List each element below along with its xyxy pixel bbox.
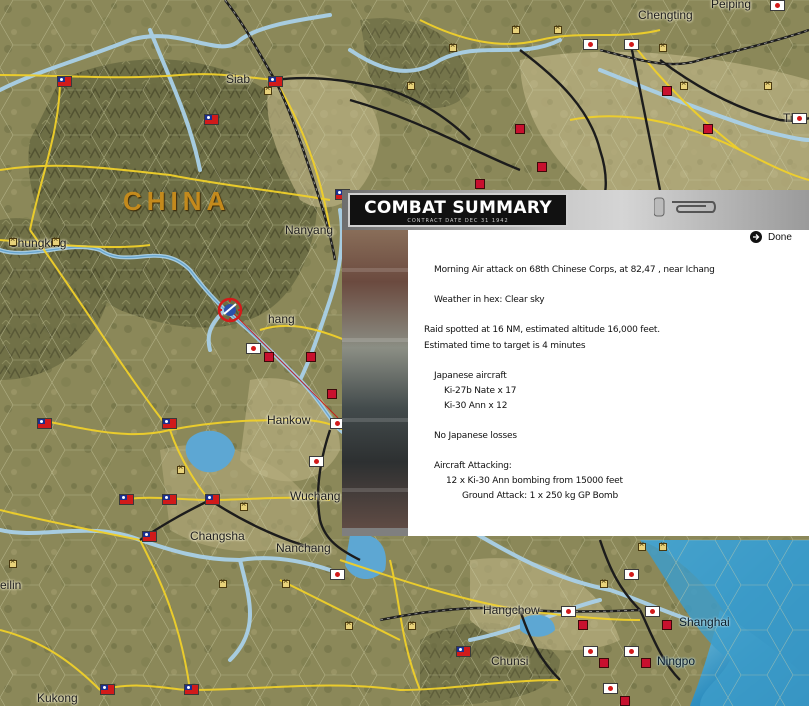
war-photo-strip bbox=[342, 228, 408, 528]
airfield-marker[interactable] bbox=[264, 83, 272, 95]
japanese-unit-marker[interactable] bbox=[306, 352, 316, 362]
city-label-nanyang[interactable]: Nanyang bbox=[285, 223, 333, 237]
chinese-unit-flag[interactable] bbox=[204, 114, 219, 125]
japanese-unit-marker[interactable] bbox=[327, 389, 337, 399]
airfield-marker[interactable] bbox=[449, 40, 457, 52]
city-label-kweilin[interactable]: eilin bbox=[0, 578, 21, 592]
airfield-marker[interactable] bbox=[345, 618, 353, 630]
chinese-unit-flag[interactable] bbox=[205, 494, 220, 505]
chinese-unit-flag[interactable] bbox=[142, 531, 157, 542]
report-line: Ki-27b Nate x 17 bbox=[444, 386, 517, 396]
combat-summary-title: COMBAT SUMMARY bbox=[364, 198, 552, 218]
airfield-marker[interactable] bbox=[52, 234, 60, 246]
japanese-unit-marker[interactable] bbox=[662, 620, 672, 630]
combat-summary-header: COMBAT SUMMARY CONTRACT DATE DEC 31 1942 bbox=[342, 190, 809, 230]
done-button[interactable]: Done bbox=[750, 229, 792, 245]
chinese-unit-flag[interactable] bbox=[57, 76, 72, 87]
combat-summary-panel: COMBAT SUMMARY CONTRACT DATE DEC 31 1942… bbox=[342, 190, 809, 536]
airfield-marker[interactable] bbox=[9, 556, 17, 568]
japanese-unit-flag[interactable] bbox=[330, 569, 345, 580]
airfield-marker[interactable] bbox=[240, 499, 248, 511]
city-label-kukong[interactable]: Kukong bbox=[37, 691, 78, 705]
report-line: No Japanese losses bbox=[434, 431, 517, 441]
japanese-unit-flag[interactable] bbox=[583, 39, 598, 50]
airfield-marker[interactable] bbox=[638, 539, 646, 551]
city-label-hangchow[interactable]: Hangchow bbox=[483, 603, 540, 617]
airfield-marker[interactable] bbox=[408, 618, 416, 630]
air-attack-target-icon[interactable] bbox=[216, 296, 244, 324]
chinese-unit-flag[interactable] bbox=[456, 646, 471, 657]
arrow-right-icon bbox=[750, 231, 762, 243]
city-label-wuchang[interactable]: Wuchang bbox=[290, 489, 340, 503]
japanese-unit-flag[interactable] bbox=[603, 683, 618, 694]
japanese-unit-marker[interactable] bbox=[620, 696, 630, 706]
report-line: Japanese aircraft bbox=[434, 371, 507, 381]
japanese-unit-flag[interactable] bbox=[624, 569, 639, 580]
done-label: Done bbox=[768, 231, 792, 243]
japanese-unit-marker[interactable] bbox=[264, 352, 274, 362]
japanese-unit-marker[interactable] bbox=[537, 162, 547, 172]
report-line: Weather in hex: Clear sky bbox=[434, 295, 545, 305]
airfield-marker[interactable] bbox=[282, 576, 290, 588]
airfield-marker[interactable] bbox=[764, 78, 772, 90]
japanese-unit-marker[interactable] bbox=[703, 124, 713, 134]
chinese-unit-flag[interactable] bbox=[37, 418, 52, 429]
japanese-unit-marker[interactable] bbox=[578, 620, 588, 630]
japanese-unit-flag[interactable] bbox=[624, 39, 639, 50]
chinese-unit-flag[interactable] bbox=[100, 684, 115, 695]
airfield-marker[interactable] bbox=[512, 22, 520, 34]
report-line: 12 x Ki-30 Ann bombing from 15000 feet bbox=[446, 476, 623, 486]
airfield-marker[interactable] bbox=[9, 234, 17, 246]
paper-clip-icon bbox=[654, 197, 716, 217]
airfield-marker[interactable] bbox=[177, 462, 185, 474]
airfield-marker[interactable] bbox=[600, 576, 608, 588]
airfield-marker[interactable] bbox=[407, 78, 415, 90]
city-label-shanghai[interactable]: Shanghai bbox=[679, 615, 730, 629]
chinese-unit-flag[interactable] bbox=[119, 494, 134, 505]
japanese-unit-marker[interactable] bbox=[515, 124, 525, 134]
japanese-unit-flag[interactable] bbox=[583, 646, 598, 657]
japanese-unit-flag[interactable] bbox=[624, 646, 639, 657]
city-label-chunsi[interactable]: Chunsi bbox=[491, 654, 528, 668]
japanese-unit-flag[interactable] bbox=[770, 0, 785, 11]
chinese-unit-flag[interactable] bbox=[184, 684, 199, 695]
airfield-marker[interactable] bbox=[554, 22, 562, 34]
airfield-marker[interactable] bbox=[219, 576, 227, 588]
city-label-chengting[interactable]: Chengting bbox=[638, 8, 693, 22]
airfield-marker[interactable] bbox=[659, 539, 667, 551]
japanese-unit-marker[interactable] bbox=[662, 86, 672, 96]
report-line: Ki-30 Ann x 12 bbox=[444, 401, 508, 411]
japanese-unit-marker[interactable] bbox=[475, 179, 485, 189]
japanese-unit-flag[interactable] bbox=[792, 113, 807, 124]
report-line: Aircraft Attacking: bbox=[434, 461, 512, 471]
report-line: Raid spotted at 16 NM, estimated altitud… bbox=[424, 325, 660, 335]
city-label-ningpo[interactable]: Ningpo bbox=[657, 654, 695, 668]
city-label-peiping[interactable]: Peiping bbox=[711, 0, 751, 11]
combat-summary-date: CONTRACT DATE DEC 31 1942 bbox=[407, 218, 509, 224]
region-label-china: CHINA bbox=[123, 186, 231, 216]
city-label-hankow[interactable]: Hankow bbox=[267, 413, 310, 427]
chinese-unit-flag[interactable] bbox=[162, 494, 177, 505]
city-label-changsha[interactable]: Changsha bbox=[190, 529, 245, 543]
japanese-unit-marker[interactable] bbox=[641, 658, 651, 668]
airfield-marker[interactable] bbox=[659, 40, 667, 52]
city-label-nanchang[interactable]: Nanchang bbox=[276, 541, 331, 555]
japanese-unit-flag[interactable] bbox=[561, 606, 576, 617]
japanese-unit-flag[interactable] bbox=[309, 456, 324, 467]
city-label-siab[interactable]: Siab bbox=[226, 72, 250, 86]
airfield-marker[interactable] bbox=[680, 78, 688, 90]
japanese-unit-flag[interactable] bbox=[246, 343, 261, 354]
japanese-unit-flag[interactable] bbox=[645, 606, 660, 617]
report-line: Morning Air attack on 68th Chinese Corps… bbox=[434, 265, 715, 275]
chinese-unit-flag[interactable] bbox=[162, 418, 177, 429]
japanese-unit-marker[interactable] bbox=[599, 658, 609, 668]
combat-summary-title-plaque: COMBAT SUMMARY CONTRACT DATE DEC 31 1942 bbox=[348, 193, 568, 227]
city-label-ichang[interactable]: hang bbox=[268, 312, 295, 326]
report-line: Ground Attack: 1 x 250 kg GP Bomb bbox=[462, 491, 619, 501]
report-line: Estimated time to target is 4 minutes bbox=[424, 341, 586, 351]
